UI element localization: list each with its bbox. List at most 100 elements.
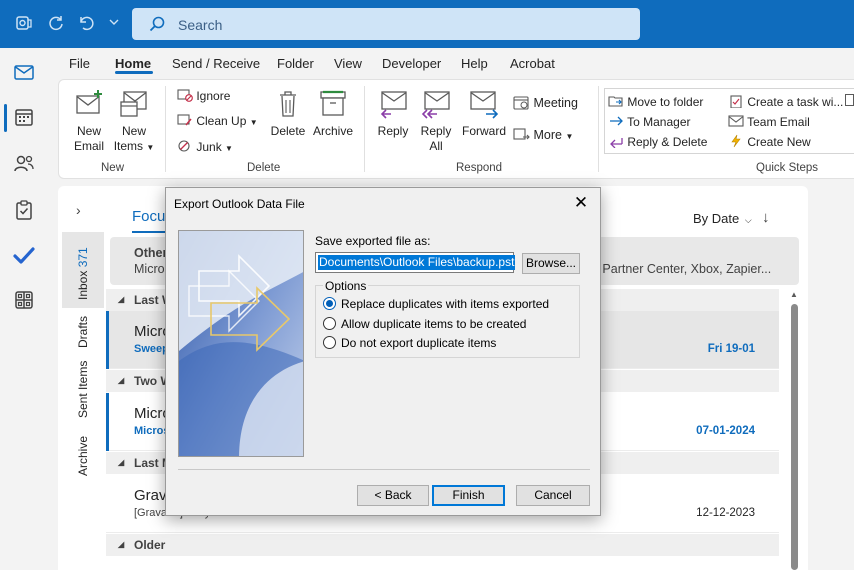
sync-icon[interactable] [46, 14, 66, 34]
junk-icon [178, 140, 190, 152]
tab-home[interactable]: Home [115, 56, 151, 71]
radio-no-duplicates[interactable]: Do not export duplicate items [323, 336, 496, 350]
mail-date: 12-12-2023 [696, 507, 755, 519]
reply-button[interactable]: Reply [373, 88, 413, 139]
collapse-icon: ◢ [118, 458, 125, 467]
apps-icon[interactable] [12, 288, 36, 312]
save-as-label: Save exported file as: [315, 234, 431, 248]
group-label-quick-steps: Quick Steps [756, 162, 818, 174]
forward-button[interactable]: Forward [460, 88, 508, 139]
reply-arrow-icon [610, 138, 623, 149]
reading-pane-edge [808, 186, 854, 570]
radio-allow-duplicates[interactable]: Allow duplicate items to be created [323, 317, 526, 331]
mail-date: 07-01-2024 [696, 425, 755, 437]
export-dialog: Export Outlook Data File ✕ Save exported… [165, 187, 601, 516]
people-icon[interactable] [12, 151, 36, 175]
sort-by-date[interactable]: By Date ⌵ [693, 211, 752, 226]
radio-button-checked[interactable] [323, 297, 336, 310]
qs-create-new[interactable]: Create New [728, 134, 811, 149]
folder-inbox-label: Inbox 371 [76, 247, 90, 300]
ignore-icon [177, 89, 193, 102]
tab-help[interactable]: Help [461, 56, 488, 71]
mail-date: Fri 19-01 [707, 343, 755, 355]
sort-direction-icon[interactable]: ↓ [762, 209, 770, 226]
forward-label: Forward [461, 124, 506, 138]
dialog-separator [178, 469, 590, 470]
clean-up-label: Clean Up [196, 114, 247, 128]
mail-icon[interactable] [12, 60, 36, 84]
quick-access-dropdown-icon[interactable] [104, 14, 124, 34]
junk-button[interactable]: Junk ▼ [177, 139, 233, 154]
calendar-icon[interactable] [12, 105, 36, 129]
scrollbar-thumb[interactable] [791, 304, 798, 570]
new-email-button[interactable]: New Email [68, 88, 110, 154]
chevron-down-icon: ▼ [249, 118, 258, 127]
radio-allow-label: Allow duplicate items to be created [341, 317, 527, 331]
tab-developer[interactable]: Developer [382, 56, 441, 71]
browse-button[interactable]: Browse... [522, 253, 580, 274]
meeting-icon [513, 96, 529, 110]
clean-up-button[interactable]: Clean Up ▼ [177, 113, 258, 128]
new-items-button[interactable]: New Items ▼ [113, 88, 155, 155]
collapse-icon: ◢ [118, 376, 125, 385]
folder-drafts[interactable]: Drafts [76, 316, 90, 348]
qs-move-to-folder[interactable]: Move to folder [608, 94, 703, 109]
tasks-icon[interactable] [12, 198, 36, 222]
forward-icon [470, 91, 499, 119]
chevron-down-icon: ▼ [225, 144, 233, 153]
group-header-older[interactable]: Older ◢ [106, 534, 779, 556]
ignore-button[interactable]: Ignore [177, 88, 230, 103]
folder-sent-items[interactable]: Sent Items [76, 361, 90, 418]
lightning-icon [731, 134, 741, 148]
qs-create-task[interactable]: Create a task wi... [728, 94, 843, 109]
group-label-respond: Respond [456, 162, 503, 174]
task-icon [730, 95, 742, 109]
radio-button[interactable] [323, 336, 336, 349]
tab-file[interactable]: File [69, 56, 90, 71]
qs-reply-delete-label: Reply & Delete [627, 135, 708, 149]
undo-icon[interactable] [76, 14, 96, 34]
ribbon-separator [364, 86, 365, 172]
delete-label: Delete [270, 124, 306, 138]
collapse-icon: ◢ [118, 540, 125, 549]
archive-label: Archive [312, 124, 353, 138]
arrow-right-icon [610, 116, 623, 126]
expand-folder-pane-icon[interactable]: › [76, 202, 81, 218]
search-box[interactable]: Search [132, 8, 640, 40]
reply-all-button[interactable]: Reply All [416, 88, 456, 154]
new-email-label-1: New [76, 124, 101, 138]
reply-all-label-2: All [429, 139, 443, 153]
radio-button[interactable] [323, 317, 336, 330]
qs-more-icon[interactable] [845, 94, 854, 106]
new-items-label-1: New [121, 124, 146, 138]
archive-button[interactable]: Archive [311, 88, 355, 139]
close-icon[interactable]: ✕ [570, 192, 592, 214]
cancel-button[interactable]: Cancel [516, 485, 590, 506]
folder-archive[interactable]: Archive [76, 436, 90, 476]
radio-replace-duplicates[interactable]: Replace duplicates with items exported [323, 297, 549, 311]
tab-folder[interactable]: Folder [277, 56, 314, 71]
delete-button[interactable]: Delete [268, 88, 308, 139]
active-tab-underline [115, 71, 153, 74]
qs-team-email[interactable]: Team Email [728, 114, 810, 129]
qs-reply-delete[interactable]: Reply & Delete [608, 134, 707, 149]
reply-label: Reply [377, 124, 409, 138]
finish-button[interactable]: Finish [432, 485, 505, 506]
clean-up-icon [177, 114, 192, 126]
tab-acrobat[interactable]: Acrobat [510, 56, 555, 71]
file-path-input[interactable]: Documents\Outlook Files\backup.pst [315, 252, 516, 273]
back-button[interactable]: < Back [357, 485, 429, 506]
chevron-down-icon: ▼ [146, 143, 155, 152]
archive-icon [320, 90, 346, 116]
group-label-delete: Delete [247, 162, 281, 174]
more-respond-button[interactable]: More ▼ [513, 127, 573, 142]
tab-view[interactable]: View [334, 56, 362, 71]
scroll-up-icon[interactable]: ▲ [790, 290, 798, 299]
more-label: More [533, 128, 562, 142]
meeting-button[interactable]: Meeting [513, 95, 578, 110]
reply-icon [380, 91, 407, 119]
todo-check-icon[interactable] [12, 243, 36, 267]
qs-to-manager-label: To Manager [627, 115, 691, 129]
tab-send-receive[interactable]: Send / Receive [172, 56, 260, 71]
qs-to-manager[interactable]: To Manager [608, 114, 691, 129]
